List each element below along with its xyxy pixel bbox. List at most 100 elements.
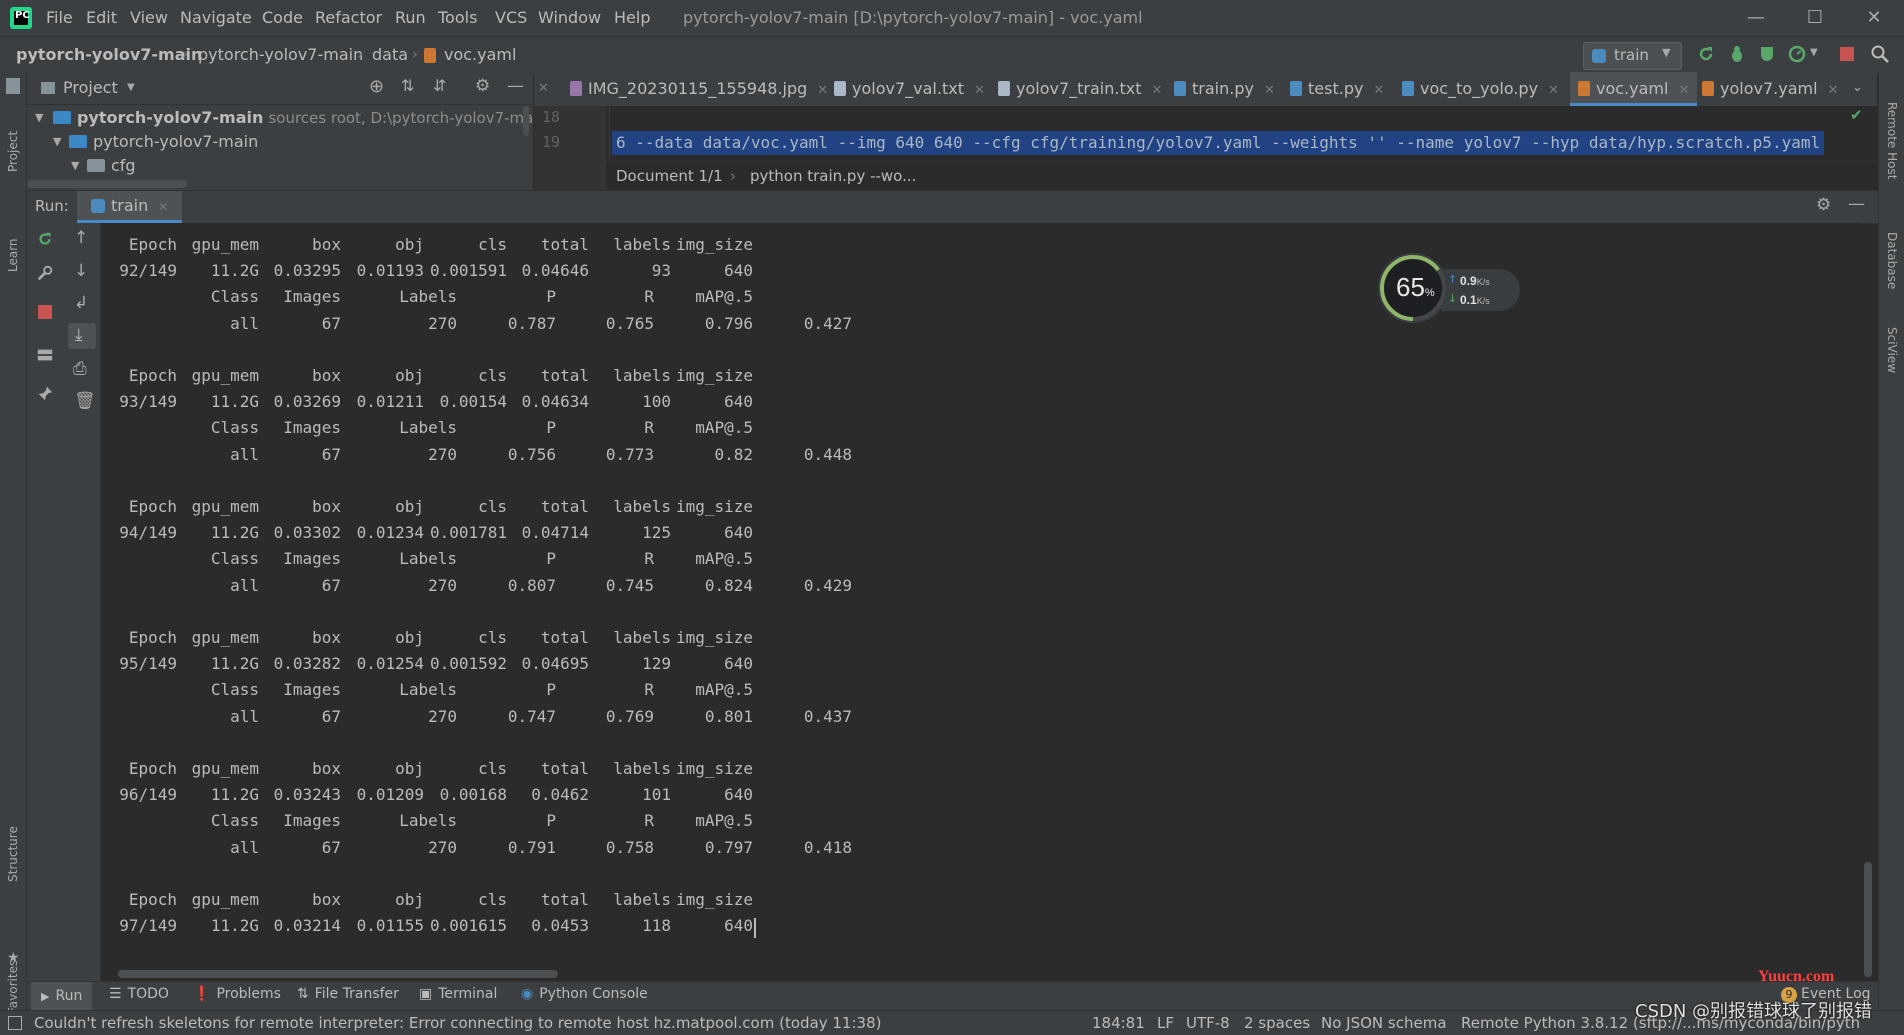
file-encoding[interactable]: UTF-8 xyxy=(1186,1014,1230,1032)
close-icon[interactable]: ✕ xyxy=(158,200,168,214)
rerun-icon[interactable] xyxy=(36,230,54,248)
pin-icon[interactable] xyxy=(36,385,54,403)
menu-run[interactable]: Run xyxy=(395,8,426,27)
run-tab-train[interactable]: train ✕ xyxy=(77,191,183,223)
close-icon[interactable]: ✕ xyxy=(1678,83,1689,98)
favorites-tool-tab[interactable]: Favorites xyxy=(6,960,20,1014)
project-panel-title[interactable]: Project xyxy=(63,78,118,97)
indent-setting[interactable]: 2 spaces xyxy=(1244,1014,1310,1032)
gear-icon[interactable]: ⚙ xyxy=(475,76,490,96)
tab-todo[interactable]: ☰ TODO xyxy=(109,986,169,1002)
coverage-icon[interactable] xyxy=(1757,44,1777,64)
tab-train-py[interactable]: train.py ✕ xyxy=(1174,72,1275,106)
project-hscrollbar[interactable] xyxy=(27,180,187,188)
tab-test-py[interactable]: test.py ✕ xyxy=(1290,72,1384,106)
search-icon[interactable] xyxy=(1870,44,1890,64)
stop-icon[interactable] xyxy=(1840,47,1854,61)
tab-python-console[interactable]: ◉ Python Console xyxy=(521,986,648,1002)
json-schema[interactable]: No JSON schema xyxy=(1321,1014,1447,1032)
hide-icon[interactable]: — xyxy=(1848,194,1865,214)
breadcrumb-file[interactable]: voc.yaml xyxy=(444,45,516,64)
chevron-down-icon[interactable]: ▼ xyxy=(71,159,79,172)
gear-icon[interactable]: ⚙ xyxy=(1816,195,1831,215)
arrow-up-icon[interactable]: ↑ xyxy=(74,228,88,248)
project-tool-tab[interactable]: Project xyxy=(6,131,20,172)
menu-code[interactable]: Code xyxy=(262,8,303,27)
print-icon[interactable]: ⎙ xyxy=(73,359,87,379)
project-vscrollbar[interactable] xyxy=(523,106,529,136)
console-hscrollbar[interactable] xyxy=(118,970,558,978)
close-icon[interactable]: ✕ xyxy=(1151,83,1162,98)
close-icon[interactable]: ✕ xyxy=(538,72,549,106)
menu-file[interactable]: File xyxy=(46,8,73,27)
minimize-icon[interactable]: — xyxy=(1736,5,1776,31)
database-tool-tab[interactable]: Database xyxy=(1885,232,1899,289)
menu-window[interactable]: Window xyxy=(538,8,601,27)
arrow-down-icon[interactable]: ↓ xyxy=(74,261,88,281)
tab-image[interactable]: IMG_20230115_155948.jpg ✕ xyxy=(570,72,828,106)
remote-host-tool-tab[interactable]: Remote Host xyxy=(1885,102,1899,179)
selected-code-line[interactable]: 6 --data data/voc.yaml --img 640 640 --c… xyxy=(612,131,1825,155)
title-bar: PC File Edit View Navigate Code Refactor… xyxy=(0,0,1904,36)
run-tab-label: train xyxy=(111,196,149,215)
menu-navigate[interactable]: Navigate xyxy=(180,8,252,27)
close-icon[interactable]: ✕ xyxy=(1264,83,1275,98)
layout-icon[interactable] xyxy=(36,346,54,364)
menu-view[interactable]: View xyxy=(130,8,168,27)
maximize-icon[interactable]: ☐ xyxy=(1795,5,1835,31)
menu-help[interactable]: Help xyxy=(614,8,650,27)
stop-icon[interactable] xyxy=(38,305,52,319)
close-icon[interactable]: ✕ xyxy=(1828,83,1839,98)
breadcrumb-data[interactable]: data xyxy=(372,45,408,64)
chevron-down-icon[interactable]: ▼ xyxy=(1810,47,1818,58)
menu-tools[interactable]: Tools xyxy=(438,8,477,27)
run-config-dropdown[interactable]: train ▼ xyxy=(1583,42,1682,70)
tab-voc-yaml[interactable]: voc.yaml ✕ xyxy=(1570,72,1698,106)
chevron-down-icon[interactable]: ▼ xyxy=(35,111,43,124)
status-message[interactable]: Couldn't refresh skeletons for remote in… xyxy=(34,1014,881,1032)
console-vscrollbar[interactable] xyxy=(1864,862,1872,977)
chevron-down-icon[interactable]: ▼ xyxy=(53,135,61,148)
wrench-icon[interactable] xyxy=(36,264,54,282)
doc-position[interactable]: Document 1/1 xyxy=(616,167,723,185)
menu-refactor[interactable]: Refactor xyxy=(315,8,382,27)
tab-file-transfer[interactable]: ⇅ File Transfer xyxy=(297,986,399,1002)
menu-edit[interactable]: Edit xyxy=(86,8,117,27)
sciview-tool-tab[interactable]: SciView xyxy=(1885,327,1899,373)
tab-terminal[interactable]: ▣ Terminal xyxy=(419,986,497,1002)
debug-icon[interactable] xyxy=(1727,44,1747,64)
scroll-to-end-toggle[interactable]: ⤓ xyxy=(68,323,96,349)
console-output[interactable]: Epoch gpu_mem box obj cls total labels img_size… xyxy=(101,223,1861,980)
editor-area[interactable]: 18 19 6 --data data/voc.yaml --img 640 6… xyxy=(534,106,1877,190)
hide-icon[interactable]: — xyxy=(507,76,524,96)
trash-icon[interactable]: 🗑 xyxy=(74,391,96,411)
toggle-tool-windows-icon[interactable] xyxy=(8,1016,22,1030)
collapse-all-icon[interactable]: ⇵ xyxy=(433,76,446,95)
rerun-icon[interactable] xyxy=(1696,44,1716,64)
tab-run[interactable]: ▶ Run xyxy=(31,982,93,1010)
menu-vcs[interactable]: VCS xyxy=(495,8,527,27)
caret-position[interactable]: 184:81 xyxy=(1092,1014,1145,1032)
soft-wrap-icon[interactable]: ↲ xyxy=(74,293,88,313)
tab-list-chevron-icon[interactable]: ⌄ xyxy=(1852,80,1863,95)
profile-icon[interactable] xyxy=(1787,44,1807,64)
structure-tool-tab[interactable]: Structure xyxy=(6,826,20,882)
close-window-icon[interactable]: ✕ xyxy=(1854,5,1894,31)
breadcrumb-project[interactable]: pytorch-yolov7-main xyxy=(16,45,202,64)
close-icon[interactable]: ✕ xyxy=(1373,83,1384,98)
tab-voc-to-yolo[interactable]: voc_to_yolo.py ✕ xyxy=(1402,72,1559,106)
tab-yolov7-yaml[interactable]: yolov7.yaml ✕ xyxy=(1702,72,1838,106)
close-icon[interactable]: ✕ xyxy=(1548,83,1559,98)
chevron-down-icon[interactable]: ▼ xyxy=(127,82,135,93)
tab-yolov7-train[interactable]: yolov7_train.txt ✕ xyxy=(998,72,1162,106)
close-icon[interactable]: ✕ xyxy=(974,83,985,98)
expand-all-icon[interactable]: ⇅ xyxy=(401,76,414,95)
tab-problems[interactable]: ❗ Problems xyxy=(193,986,281,1002)
tab-yolov7-val[interactable]: yolov7_val.txt ✕ xyxy=(834,72,985,106)
doc-command[interactable]: python train.py --wo... xyxy=(750,167,916,185)
line-separator[interactable]: LF xyxy=(1157,1014,1174,1032)
breadcrumb-folder[interactable]: pytorch-yolov7-main xyxy=(198,45,363,64)
locate-icon[interactable]: ⊕ xyxy=(369,76,384,97)
close-icon[interactable]: ✕ xyxy=(817,83,828,98)
learn-tool-tab[interactable]: Learn xyxy=(6,238,20,272)
